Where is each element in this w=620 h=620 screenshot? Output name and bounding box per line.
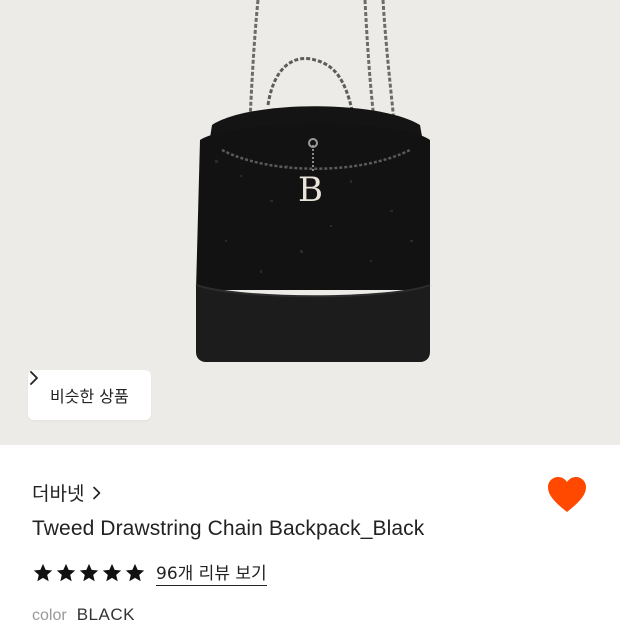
star-rating	[32, 562, 146, 584]
heart-icon[interactable]	[546, 475, 588, 515]
product-image[interactable]: B 비슷한 상품	[0, 0, 620, 445]
star-icon	[102, 563, 122, 581]
brand-name: 더바넷	[32, 483, 85, 505]
star-icon	[56, 563, 76, 581]
chevron-right-icon	[30, 371, 38, 385]
similar-products-button[interactable]: 비슷한 상품	[28, 370, 151, 420]
chevron-right-icon	[93, 486, 101, 499]
star-icon	[79, 563, 99, 581]
color-row: color BLACK	[32, 605, 135, 620]
similar-products-label: 비슷한 상품	[50, 387, 129, 406]
color-value: BLACK	[76, 605, 135, 620]
brand-link[interactable]: 더바넷	[32, 479, 102, 506]
color-label: color	[32, 607, 67, 620]
rating-row: 96개 리뷰 보기	[32, 559, 267, 586]
reviews-link[interactable]: 96개 리뷰 보기	[156, 559, 267, 586]
charm-letter: B	[298, 170, 323, 210]
product-title: Tweed Drawstring Chain Backpack_Black	[32, 517, 425, 540]
product-info: 더바넷 Tweed Drawstring Chain Backpack_Blac…	[0, 445, 620, 620]
star-icon	[125, 563, 145, 581]
star-icon	[33, 563, 53, 581]
